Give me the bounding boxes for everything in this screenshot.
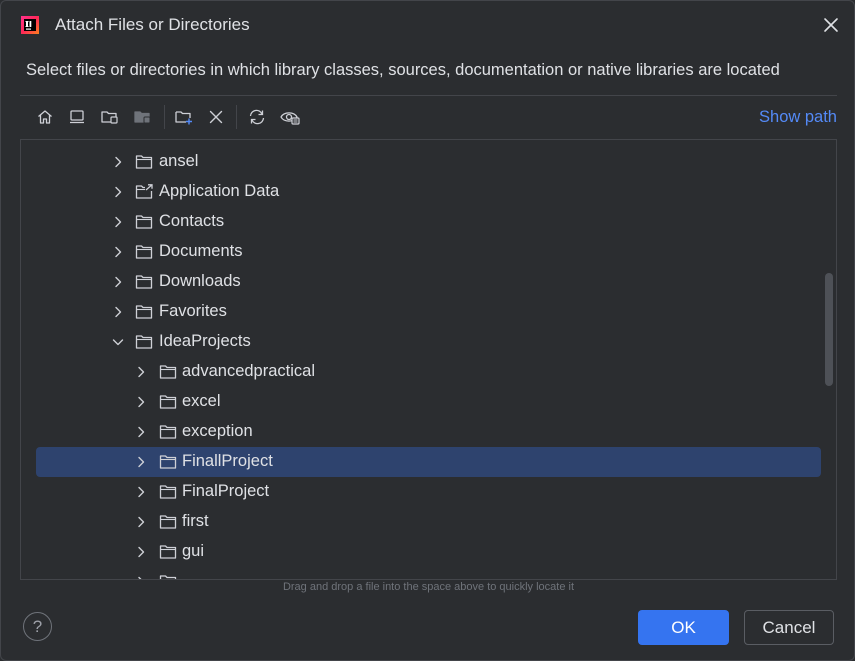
tree-row[interactable]: Contacts (21, 207, 836, 237)
divider (20, 95, 837, 96)
chevron-right-icon[interactable] (111, 275, 125, 289)
tree-row[interactable]: Downloads (21, 267, 836, 297)
show-hidden-button[interactable] (278, 105, 302, 129)
module-folder-button[interactable] (131, 105, 155, 129)
folder-link-icon (135, 184, 153, 200)
tree-row[interactable]: Documents (21, 237, 836, 267)
chevron-right-icon[interactable] (134, 425, 148, 439)
title-bar: Attach Files or Directories (1, 1, 854, 49)
folder-icon (159, 454, 177, 470)
folder-icon (135, 304, 153, 320)
home-icon (38, 110, 52, 124)
intellij-idea-icon (19, 14, 41, 36)
refresh-icon (249, 109, 265, 125)
tree-row[interactable]: FinallProject (21, 447, 836, 477)
desktop-button[interactable] (65, 105, 89, 129)
tree-row[interactable]: Application Data (21, 177, 836, 207)
tree-item-label: Contacts (159, 212, 225, 230)
tree-row[interactable]: excel (21, 387, 836, 417)
help-icon: ? (32, 616, 43, 636)
chevron-right-icon[interactable] (111, 185, 125, 199)
new-folder-icon (175, 111, 192, 125)
tree-row[interactable]: first (21, 507, 836, 537)
module-folder-icon (134, 111, 151, 124)
tree-row[interactable]: Favorites (21, 297, 836, 327)
folder-icon (159, 484, 177, 500)
help-button[interactable]: ? (23, 612, 52, 641)
folder-icon (135, 244, 153, 260)
folder-icon (159, 364, 177, 380)
tree-row[interactable]: FinalProject (21, 477, 836, 507)
desktop-icon (70, 110, 84, 124)
tree-item-label: excel (182, 392, 221, 410)
tree-item-label: Documents (159, 242, 243, 260)
tree-scrollbar[interactable] (825, 273, 833, 386)
tree-row-partial (21, 567, 836, 579)
tree-item-label: FinalProject (182, 482, 270, 500)
folder-icon (135, 334, 153, 350)
close-button[interactable] (821, 15, 841, 35)
chevron-right-icon[interactable] (111, 155, 125, 169)
chevron-right-icon[interactable] (111, 245, 125, 259)
delete-icon (209, 110, 223, 124)
show-path-link[interactable]: Show path (759, 108, 837, 127)
chevron-right-icon[interactable] (111, 215, 125, 229)
chevron-right-icon[interactable] (134, 395, 148, 409)
tree-item-label: first (182, 512, 209, 530)
tree-row[interactable]: advancedpractical (21, 357, 836, 387)
folder-icon (159, 544, 177, 560)
chevron-right-icon[interactable] (134, 485, 148, 499)
new-folder-button[interactable] (172, 105, 196, 129)
chevron-right-icon[interactable] (134, 515, 148, 529)
tree-item-label: advancedpractical (182, 362, 315, 380)
chevron-right-icon (134, 575, 148, 579)
drag-drop-hint: Drag and drop a file into the space abov… (282, 581, 575, 593)
tree-item-label: ansel (159, 152, 199, 170)
tree-row[interactable]: ansel (21, 147, 836, 177)
chevron-right-icon[interactable] (134, 365, 148, 379)
toolbar-separator (164, 105, 165, 129)
tree-item-label: Downloads (159, 272, 241, 290)
folder-icon (135, 214, 153, 230)
chevron-right-icon[interactable] (111, 305, 125, 319)
project-folder-icon (101, 111, 118, 124)
chevron-down-icon[interactable] (111, 335, 125, 349)
refresh-button[interactable] (245, 105, 269, 129)
folder-icon (159, 514, 177, 530)
tree-row[interactable]: exception (21, 417, 836, 447)
attach-files-dialog: Attach Files or Directories Select files… (0, 0, 855, 661)
dialog-description: Select files or directories in which lib… (26, 61, 780, 79)
folder-icon (135, 274, 153, 290)
tree-item-label: gui (182, 542, 205, 560)
tree-item-label: exception (182, 422, 253, 440)
chooser-toolbar: Show path (20, 99, 837, 137)
delete-button[interactable] (204, 105, 228, 129)
home-button[interactable] (33, 105, 57, 129)
tree-item-label: Favorites (159, 302, 227, 320)
show-hidden-icon (280, 112, 300, 125)
dialog-title: Attach Files or Directories (55, 15, 250, 34)
folder-icon (159, 394, 177, 410)
tree-item-label: FinallProject (182, 452, 273, 470)
folder-icon (135, 154, 153, 170)
tree-row[interactable]: IdeaProjects (21, 327, 836, 357)
project-folder-button[interactable] (98, 105, 122, 129)
ok-button[interactable]: OK (638, 610, 729, 645)
chevron-right-icon[interactable] (134, 545, 148, 559)
tree-item-label: IdeaProjects (159, 332, 251, 350)
close-icon (824, 18, 838, 32)
tree-row[interactable]: gui (21, 537, 836, 567)
tree-item-label: Application Data (159, 182, 280, 200)
toolbar-separator (236, 105, 237, 129)
selection-highlight (36, 447, 821, 477)
chevron-right-icon[interactable] (134, 455, 148, 469)
folder-icon (159, 424, 177, 440)
cancel-button[interactable]: Cancel (744, 610, 834, 645)
file-tree[interactable]: ansel Application Data Contacts Documents Do… (20, 139, 837, 580)
folder-icon (159, 574, 177, 579)
